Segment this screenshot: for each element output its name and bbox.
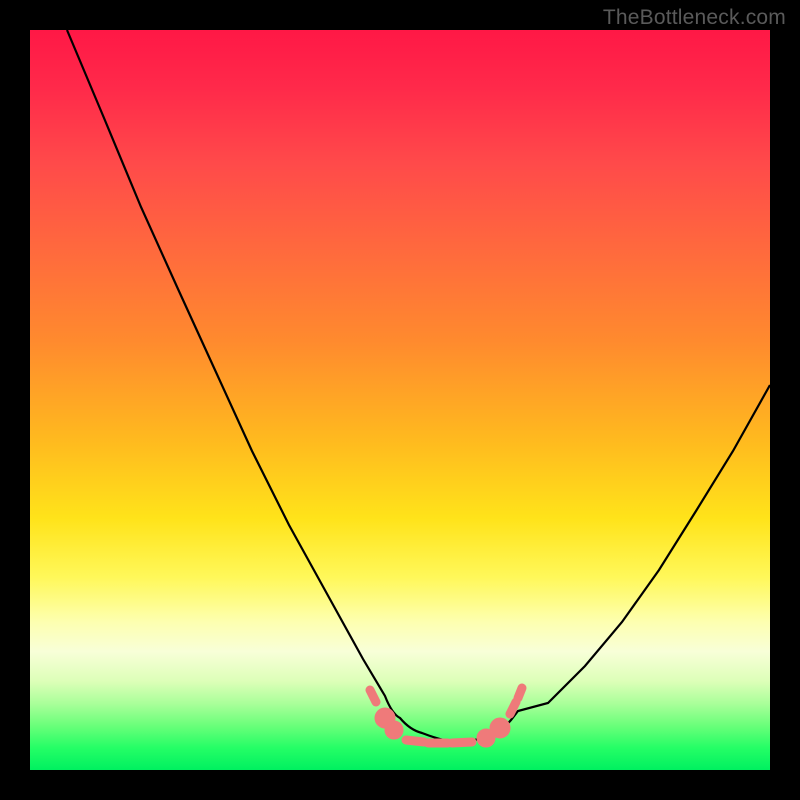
- plot-area: [30, 30, 770, 770]
- watermark-text: TheBottleneck.com: [603, 6, 786, 30]
- bottleneck-curve-svg: [30, 30, 770, 770]
- chart-frame: TheBottleneck.com: [0, 0, 800, 800]
- bottleneck-curve: [67, 30, 770, 741]
- marker-points: [370, 688, 522, 743]
